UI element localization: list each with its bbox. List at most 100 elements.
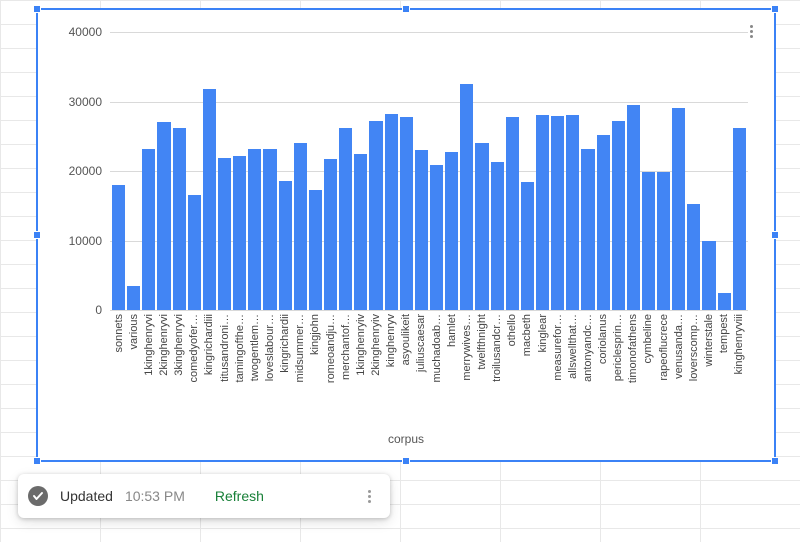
resize-handle-bl[interactable]: [33, 457, 41, 465]
refresh-button[interactable]: Refresh: [215, 488, 264, 504]
bar[interactable]: [218, 158, 231, 310]
chart-canvas: 010000200003000040000 sonnetsvarious1kin…: [46, 18, 766, 452]
x-tick-label: allswellthat…: [566, 314, 579, 424]
status-time: 10:53 PM: [125, 488, 185, 504]
x-tick-label: 1kinghenryvi: [142, 314, 155, 424]
x-tick-label: winterstale: [702, 314, 715, 424]
x-tick-label: 3kinghenryvi: [173, 314, 186, 424]
bar[interactable]: [369, 121, 382, 310]
bar[interactable]: [142, 149, 155, 310]
x-tick-label: asyoulikeit: [400, 314, 413, 424]
bar[interactable]: [657, 172, 670, 310]
bar[interactable]: [309, 190, 322, 310]
bar[interactable]: [672, 108, 685, 310]
resize-handle-bm[interactable]: [402, 457, 410, 465]
x-axis-title: corpus: [46, 432, 766, 446]
resize-handle-rm[interactable]: [771, 231, 779, 239]
x-tick-label: comedyofer…: [188, 314, 201, 424]
bar[interactable]: [491, 162, 504, 310]
x-tick-label: titusandroni…: [218, 314, 231, 424]
bar[interactable]: [475, 143, 488, 310]
bar[interactable]: [354, 154, 367, 310]
status-toast: Updated 10:53 PM Refresh: [18, 474, 390, 518]
x-tick-label: cymbeline: [642, 314, 655, 424]
x-tick-label: tempest: [718, 314, 731, 424]
bar[interactable]: [506, 117, 519, 310]
x-tick-label: troilusandcr…: [491, 314, 504, 424]
bar[interactable]: [702, 241, 715, 311]
bar[interactable]: [203, 89, 216, 310]
y-tick-label: 40000: [69, 25, 110, 39]
x-tick-label: kingrichardii: [279, 314, 292, 424]
toast-more-icon[interactable]: [358, 481, 380, 511]
x-tick-label: merrywives…: [460, 314, 473, 424]
x-tick-label: measurefor…: [551, 314, 564, 424]
bar[interactable]: [248, 149, 261, 310]
bar[interactable]: [521, 182, 534, 310]
bar[interactable]: [627, 105, 640, 310]
x-tick-label: periclesprin…: [612, 314, 625, 424]
bar[interactable]: [112, 185, 125, 310]
bar[interactable]: [279, 181, 292, 310]
x-tick-label: loverscomp…: [687, 314, 700, 424]
plot-area: 010000200003000040000: [110, 32, 748, 310]
x-tick-label: juliuscaesar: [415, 314, 428, 424]
x-tick-label: kinghenryv: [385, 314, 398, 424]
y-tick-label: 20000: [69, 164, 110, 178]
check-icon: [28, 486, 48, 506]
resize-handle-br[interactable]: [771, 457, 779, 465]
x-tick-label: othello: [506, 314, 519, 424]
y-tick-label: 10000: [69, 234, 110, 248]
bar[interactable]: [536, 115, 549, 310]
x-tick-label: kingjohn: [309, 314, 322, 424]
bar[interactable]: [157, 122, 170, 310]
x-tick-label: midsummer…: [294, 314, 307, 424]
resize-handle-tm[interactable]: [402, 5, 410, 13]
chart-object[interactable]: 010000200003000040000 sonnetsvarious1kin…: [36, 8, 776, 462]
bar[interactable]: [188, 195, 201, 310]
x-tick-label: loveslabour…: [263, 314, 276, 424]
bar[interactable]: [642, 172, 655, 310]
bar[interactable]: [415, 150, 428, 310]
y-tick-label: 0: [95, 303, 110, 317]
bar[interactable]: [127, 286, 140, 310]
x-tick-label: 2kinghenryiv: [369, 314, 382, 424]
bar[interactable]: [612, 121, 625, 310]
bar[interactable]: [324, 159, 337, 311]
resize-handle-lm[interactable]: [33, 231, 41, 239]
x-tick-label: various: [127, 314, 140, 424]
resize-handle-tl[interactable]: [33, 5, 41, 13]
x-tick-label: twogentlem…: [248, 314, 261, 424]
x-tick-label: hamlet: [445, 314, 458, 424]
bar[interactable]: [581, 149, 594, 310]
bar[interactable]: [173, 128, 186, 310]
x-tick-label: twelfthnight: [475, 314, 488, 424]
bar[interactable]: [551, 116, 564, 310]
bar[interactable]: [339, 128, 352, 310]
bar-series: [110, 32, 748, 310]
bar[interactable]: [430, 165, 443, 310]
x-axis-labels: sonnetsvarious1kinghenryvi2kinghenryvi3k…: [110, 314, 748, 424]
bar[interactable]: [566, 115, 579, 310]
x-tick-label: kingrichardiii: [203, 314, 216, 424]
bar[interactable]: [400, 117, 413, 310]
x-tick-label: antonyandc…: [581, 314, 594, 424]
bar[interactable]: [733, 128, 746, 310]
x-tick-label: romeoandju…: [324, 314, 337, 424]
x-tick-label: kinglear: [536, 314, 549, 424]
resize-handle-tr[interactable]: [771, 5, 779, 13]
gridline: [110, 310, 748, 311]
x-tick-label: venusanda…: [672, 314, 685, 424]
bar[interactable]: [687, 204, 700, 310]
bar[interactable]: [263, 149, 276, 310]
bar[interactable]: [597, 135, 610, 310]
bar[interactable]: [460, 84, 473, 310]
x-tick-label: 2kinghenryvi: [157, 314, 170, 424]
bar[interactable]: [385, 114, 398, 310]
bar[interactable]: [233, 156, 246, 310]
x-tick-label: macbeth: [521, 314, 534, 424]
x-tick-label: sonnets: [112, 314, 125, 424]
bar[interactable]: [718, 293, 731, 310]
bar[interactable]: [445, 152, 458, 310]
bar[interactable]: [294, 143, 307, 310]
